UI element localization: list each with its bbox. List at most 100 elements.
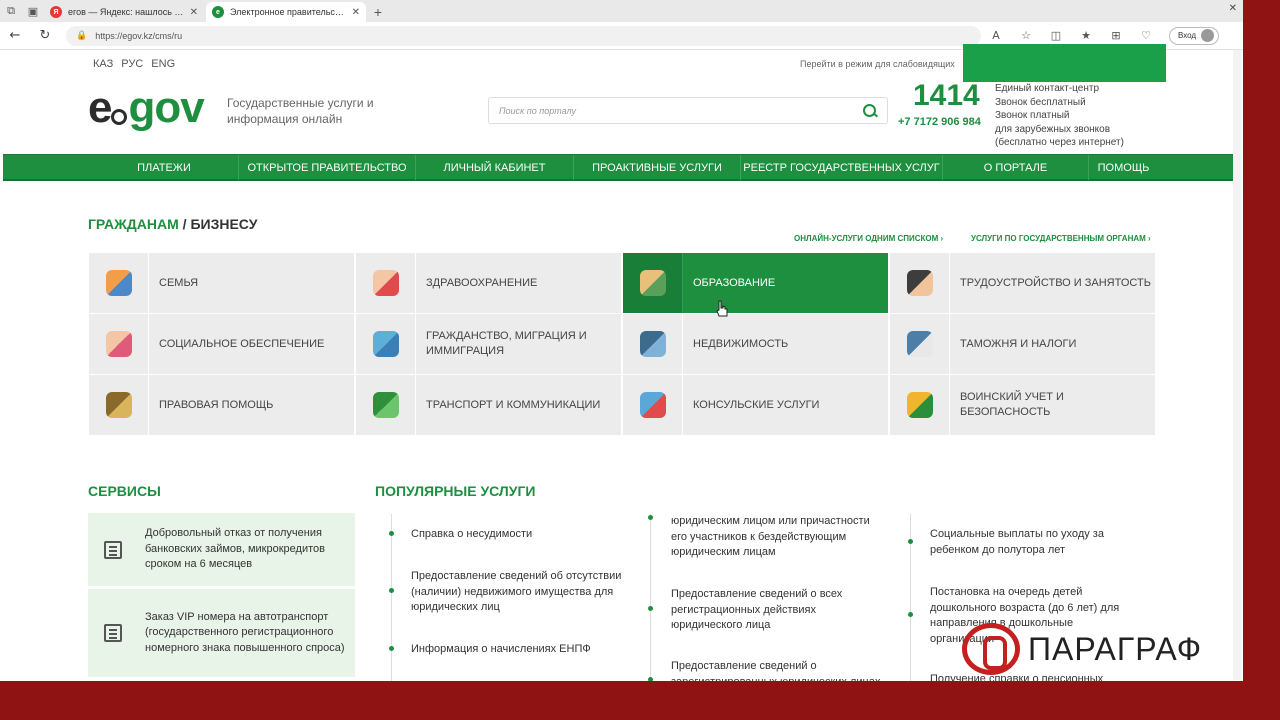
search-input[interactable]: Поиск по порталу (488, 97, 888, 124)
contact-line: Единый контакт-центр (995, 83, 1100, 94)
category-tile[interactable]: Семья (89, 253, 354, 313)
timeline-dot (908, 539, 913, 544)
close-tab-icon[interactable]: ✕ (352, 7, 360, 18)
service-card-text: Добровольный отказ от получения банковск… (145, 527, 325, 571)
popular-item[interactable]: Предоставление сведений о всех регистрац… (671, 587, 886, 634)
tab-egov[interactable]: e Электронное правительство Р... ✕ (206, 2, 366, 22)
category-tile[interactable]: Здравоохранение (356, 253, 621, 313)
timeline-line (650, 514, 651, 681)
collections-icon[interactable]: ⊞ (1101, 29, 1131, 42)
books-icon (623, 253, 683, 313)
category-tile[interactable]: Консульские услуги (623, 375, 888, 435)
workspaces-icon[interactable]: ⧉ (0, 0, 22, 22)
paragraf-logo-icon (962, 623, 1020, 675)
family-icon (89, 253, 149, 313)
page-scrollbar[interactable] (1233, 50, 1241, 680)
tab-citizens[interactable]: Гражданам (88, 216, 179, 232)
signin-label: Вход (1178, 31, 1197, 40)
tab-title: егов — Яндекс: нашлось 5 тыс. (68, 7, 186, 17)
site-tagline: Государственные услуги и информация онла… (227, 96, 374, 126)
popular-item[interactable]: Предоставление сведений о зарегистрирова… (671, 659, 886, 681)
contact-line: Звонок бесплатный (995, 96, 1086, 108)
shield-icon (890, 375, 950, 435)
services-title: Сервисы (88, 483, 161, 499)
watermark-text: ПАРАГРАФ (1028, 630, 1203, 667)
url-field[interactable]: 🔒 https://egov.kz/cms/ru (66, 25, 981, 46)
tab-business[interactable]: Бизнесу (190, 216, 257, 232)
menu-open-government[interactable]: Открытое правительство (238, 155, 415, 180)
lock-icon: 🔒 (76, 30, 88, 40)
language-switcher: КАЗ РУС ENG (93, 58, 175, 70)
menu-about[interactable]: О портале (942, 155, 1088, 180)
category-label: Недвижимость (693, 337, 789, 350)
extensions-icon[interactable]: ♡ (1131, 29, 1161, 42)
read-aloud-icon[interactable]: A (981, 29, 1011, 42)
document-icon (88, 624, 138, 642)
search-icon[interactable] (863, 103, 877, 118)
logo-gov: gov (128, 83, 204, 132)
favorite-star-icon[interactable]: ☆ (1011, 29, 1041, 42)
category-label: Транспорт и коммуникации (426, 398, 601, 411)
service-card[interactable]: Добровольный отказ от получения банковск… (88, 513, 355, 586)
contact-line: для зарубежных звонков (995, 123, 1111, 135)
agency-services-link[interactable]: Услуги по государственным органам › (971, 234, 1151, 243)
popular-item[interactable]: юридическим лицом или причастности его у… (671, 514, 886, 561)
all-services-link[interactable]: Онлайн-услуги одним списком › (794, 234, 943, 243)
popular-item[interactable]: Справка о несудимости (411, 527, 641, 543)
category-label: Таможня и налоги (960, 337, 1077, 350)
migration-icon (356, 314, 416, 374)
category-tile[interactable]: Социальное обеспечение (89, 314, 354, 374)
category-tile[interactable]: Трудоустройство и занятость (890, 253, 1155, 313)
globe-pin-icon (623, 375, 683, 435)
popular-item[interactable]: Социальные выплаты по уходу за ребенком … (930, 527, 1130, 558)
category-tile[interactable]: Гражданство, миграция и иммиграция (356, 314, 621, 374)
category-tile[interactable]: Правовая помощь (89, 375, 354, 435)
reload-button[interactable]: ↻ (30, 28, 60, 43)
menu-personal-account[interactable]: Личный кабинет (415, 155, 573, 180)
contact-center-number[interactable]: 1414 (913, 79, 980, 113)
egov-logo[interactable]: e gov (88, 83, 205, 132)
timeline-dot (908, 612, 913, 617)
popular-item[interactable]: Информация о начислениях ЕНПФ (411, 642, 641, 658)
category-tile[interactable]: Недвижимость (623, 314, 888, 374)
popular-item[interactable]: Предоставление сведений об отсутствии (н… (411, 569, 641, 616)
timeline-dot (648, 677, 653, 681)
service-card[interactable]: Заказ VIP номера на автотранспорт (госуд… (88, 589, 355, 677)
timeline-dot (389, 588, 394, 593)
lang-kaz[interactable]: КАЗ (93, 58, 113, 70)
service-card-text: Заказ VIP номера на автотранспорт (госуд… (145, 610, 345, 654)
window-close-icon[interactable]: ✕ (1229, 3, 1237, 14)
browser-window: ⧉ ▣ Я егов — Яндекс: нашлось 5 тыс. ✕ e … (0, 0, 1243, 681)
lang-rus[interactable]: РУС (121, 58, 143, 70)
egov-favicon-icon: e (212, 6, 224, 18)
favorites-icon[interactable]: ★ (1071, 29, 1101, 42)
category-tile[interactable]: Транспорт и коммуникации (356, 375, 621, 435)
category-tile[interactable]: Воинский учет и безопасность (890, 375, 1155, 435)
social-icon (89, 314, 149, 374)
tab-yandex[interactable]: Я егов — Яндекс: нашлось 5 тыс. ✕ (44, 2, 204, 22)
citizens-business-title: Гражданам / Бизнесу (88, 216, 257, 232)
url-text: https://egov.kz/cms/ru (95, 30, 183, 41)
signin-button[interactable]: Вход (1169, 26, 1220, 45)
tab-actions-icon[interactable]: ▣ (22, 0, 44, 22)
category-tile[interactable]: Таможня и налоги (890, 314, 1155, 374)
contact-phone[interactable]: +7 7172 906 984 (898, 116, 981, 128)
menu-proactive-services[interactable]: Проактивные услуги (573, 155, 740, 180)
category-tile[interactable]: Образование (623, 253, 888, 313)
category-label: Воинский учет и безопасность (960, 391, 1064, 418)
vision-mode-link[interactable]: Перейти в режим для слабовидящих (800, 59, 955, 69)
lang-eng[interactable]: ENG (151, 58, 175, 70)
menu-payments[interactable]: Платежи (90, 155, 238, 180)
document-icon (88, 540, 138, 559)
customs-icon (890, 314, 950, 374)
contact-info: Единый контакт-центр Звонок бесплатный З… (995, 82, 1124, 150)
close-tab-icon[interactable]: ✕ (190, 7, 198, 18)
menu-help[interactable]: Помощь (1088, 155, 1158, 180)
back-button[interactable]: ← (0, 28, 30, 43)
category-label: Гражданство, миграция и иммиграция (426, 330, 587, 357)
split-screen-icon[interactable]: ◫ (1041, 29, 1071, 42)
new-tab-button[interactable]: + (368, 2, 388, 22)
menu-services-registry[interactable]: Реестр государственных услуг (740, 155, 942, 180)
logo-e: e (88, 83, 113, 132)
popular-title: Популярные услуги (375, 483, 536, 499)
